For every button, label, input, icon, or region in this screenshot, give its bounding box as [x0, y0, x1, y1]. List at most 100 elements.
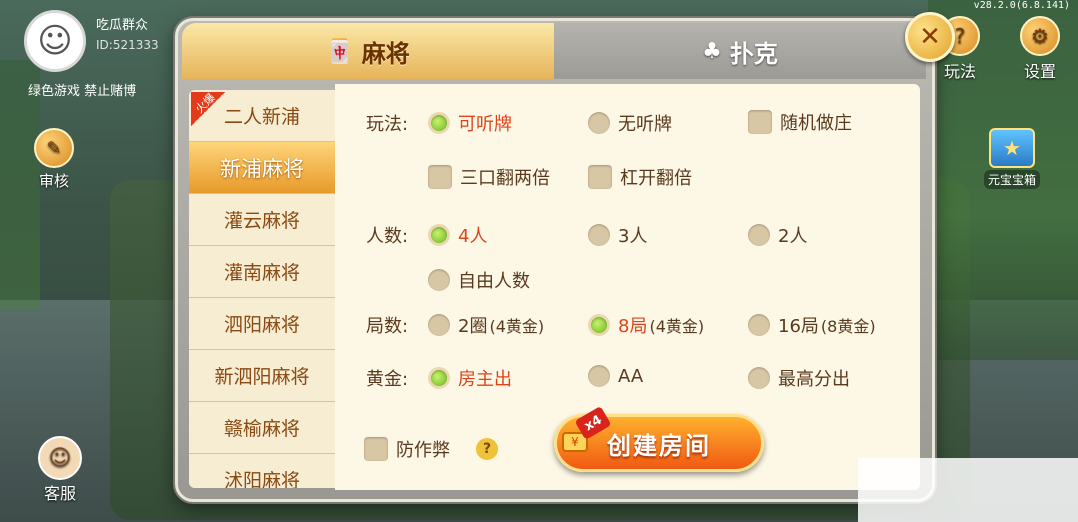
rounds-option-16-games[interactable]: 16局 (8黄金) [748, 312, 876, 338]
checkbox-icon [364, 437, 388, 461]
treasure-label: 元宝宝箱 [983, 170, 1040, 189]
game-item-label: 泗阳麻将 [223, 314, 300, 336]
option-text: 3人 [618, 226, 648, 247]
customer-service-icon: ☺ [38, 436, 82, 480]
avatar[interactable]: ☺ [24, 10, 86, 72]
tab-mahjong[interactable]: 🀄 麻将 [182, 23, 554, 79]
review-button[interactable]: ✎ 审核 [34, 128, 74, 191]
settings-label: 设置 [1023, 62, 1056, 81]
option-text: 2圈 [458, 316, 488, 337]
game-item-shuyang-mahjong[interactable]: 沭阳麻将 [189, 454, 335, 488]
play-option-random-dealer[interactable]: 随机做庄 [748, 109, 852, 135]
customer-service-label: 客服 [43, 484, 76, 503]
rules-label: 玩法 [943, 62, 976, 81]
version-label: v28.2.0(6.8.141) [973, 0, 1070, 11]
radio-icon [588, 112, 610, 134]
players-option-2[interactable]: 2人 [748, 222, 807, 248]
game-item-ganyu-mahjong[interactable]: 赣榆麻将 [189, 402, 335, 454]
radio-icon [748, 224, 770, 246]
radio-icon [428, 269, 450, 291]
option-text: 16局 [778, 316, 819, 337]
close-x-icon: ✕ [919, 22, 941, 52]
play-option-gangkai-double[interactable]: 杠开翻倍 [588, 164, 692, 190]
game-item-new-siyang-mahjong[interactable]: 新泗阳麻将 [189, 350, 335, 402]
play-label: 玩法: [366, 114, 409, 135]
option-text: 最高分出 [778, 369, 850, 390]
game-item-label: 赣榆麻将 [223, 418, 300, 440]
game-item-label: 沭阳麻将 [223, 470, 300, 488]
settings-gear-icon: ⚙ [1020, 16, 1060, 56]
radio-selected-icon [428, 112, 450, 134]
rounds-option-2-circles[interactable]: 2圈 (4黄金) [428, 312, 544, 338]
game-item-label: 二人新浦 [223, 106, 300, 128]
game-item-label: 灌云麻将 [223, 210, 300, 232]
checkbox-icon [428, 165, 452, 189]
game-type-tabs: 🀄 麻将 ♣ 扑克 [182, 23, 926, 79]
game-list: 二人新浦 新浦麻将 灌云麻将 灌南麻将 泗阳麻将 新泗阳麻将 赣榆麻将 沭阳麻将… [189, 90, 335, 488]
option-cost: (8黄金) [820, 317, 876, 336]
radio-selected-icon [428, 367, 450, 389]
radio-icon [748, 367, 770, 389]
anti-cheat-help-icon[interactable]: ? [476, 438, 498, 460]
option-cost: (4黄金) [649, 317, 705, 336]
rounds-option-8-games[interactable]: 8局 (4黄金) [588, 312, 704, 338]
club-suit-icon: ♣ [702, 38, 722, 64]
settings-button[interactable]: ⚙ 设置 [1020, 16, 1060, 82]
tab-poker[interactable]: ♣ 扑克 [554, 23, 926, 79]
option-text: 8局 [618, 316, 648, 337]
option-text: 2人 [778, 226, 808, 247]
option-text: 4人 [458, 226, 488, 247]
radio-icon [588, 365, 610, 387]
notice-text: 绿色游戏 禁止赌博 [28, 84, 137, 99]
play-option-no-tingpai[interactable]: 无听牌 [588, 110, 672, 136]
user-id: ID:521333 [96, 38, 159, 52]
customer-service-button[interactable]: ☺ 客服 [38, 436, 82, 504]
game-item-label: 新泗阳麻将 [214, 366, 310, 388]
option-text: 房主出 [458, 369, 512, 390]
checkbox-icon [748, 110, 772, 134]
players-option-4[interactable]: 4人 [428, 222, 487, 248]
option-text: 杠开翻倍 [620, 168, 692, 189]
game-item-label: 新浦麻将 [220, 156, 304, 181]
play-option-sankou-double[interactable]: 三口翻两倍 [428, 164, 550, 190]
option-text: AA [618, 365, 644, 387]
option-text: 可听牌 [458, 114, 512, 135]
create-room-label: 创建房间 [607, 431, 711, 460]
hot-badge-text: 火爆 [192, 90, 218, 116]
review-label: 审核 [38, 172, 69, 190]
close-button[interactable]: ✕ [905, 12, 955, 62]
radio-icon [748, 314, 770, 336]
players-label: 人数: [366, 226, 409, 247]
game-item-siyang-mahjong[interactable]: 泗阳麻将 [189, 298, 335, 350]
gold-option-top-scorer[interactable]: 最高分出 [748, 365, 850, 391]
game-item-guanyun-mahjong[interactable]: 灌云麻将 [189, 194, 335, 246]
help-mark-text: ? [482, 441, 492, 457]
rounds-label: 局数: [366, 316, 409, 337]
game-item-guannan-mahjong[interactable]: 灌南麻将 [189, 246, 335, 298]
game-item-label: 灌南麻将 [223, 262, 300, 284]
game-item-xinpu-mahjong[interactable]: 新浦麻将 [189, 142, 335, 194]
review-icon: ✎ [34, 128, 74, 168]
gold-label: 黄金: [366, 369, 409, 390]
play-option-tingpai[interactable]: 可听牌 [428, 110, 512, 136]
option-text: 无听牌 [618, 114, 672, 135]
checkbox-icon [588, 165, 612, 189]
radio-selected-icon [428, 224, 450, 246]
option-text: 随机做庄 [780, 113, 852, 134]
gold-option-aa[interactable]: AA [588, 365, 643, 387]
mahjong-tile-icon: 🀄 [326, 38, 354, 64]
treasure-box-button[interactable]: ★ 元宝宝箱 [976, 128, 1048, 189]
players-option-3[interactable]: 3人 [588, 222, 647, 248]
radio-selected-icon [588, 314, 610, 336]
option-text: 自由人数 [458, 271, 530, 292]
user-silhouette-icon: ☺ [37, 21, 73, 61]
tab-poker-label: 扑克 [729, 39, 778, 68]
nickname: 吃瓜群众 [96, 18, 149, 33]
option-text: 三口翻两倍 [460, 168, 550, 189]
players-option-free[interactable]: 自由人数 [428, 267, 530, 293]
treasure-chest-icon: ★ [989, 128, 1035, 168]
tab-mahjong-label: 麻将 [361, 39, 410, 68]
gold-option-host-pays[interactable]: 房主出 [428, 365, 512, 391]
anti-cheat-checkbox[interactable]: 防作弊 [364, 436, 450, 462]
radio-icon [588, 224, 610, 246]
